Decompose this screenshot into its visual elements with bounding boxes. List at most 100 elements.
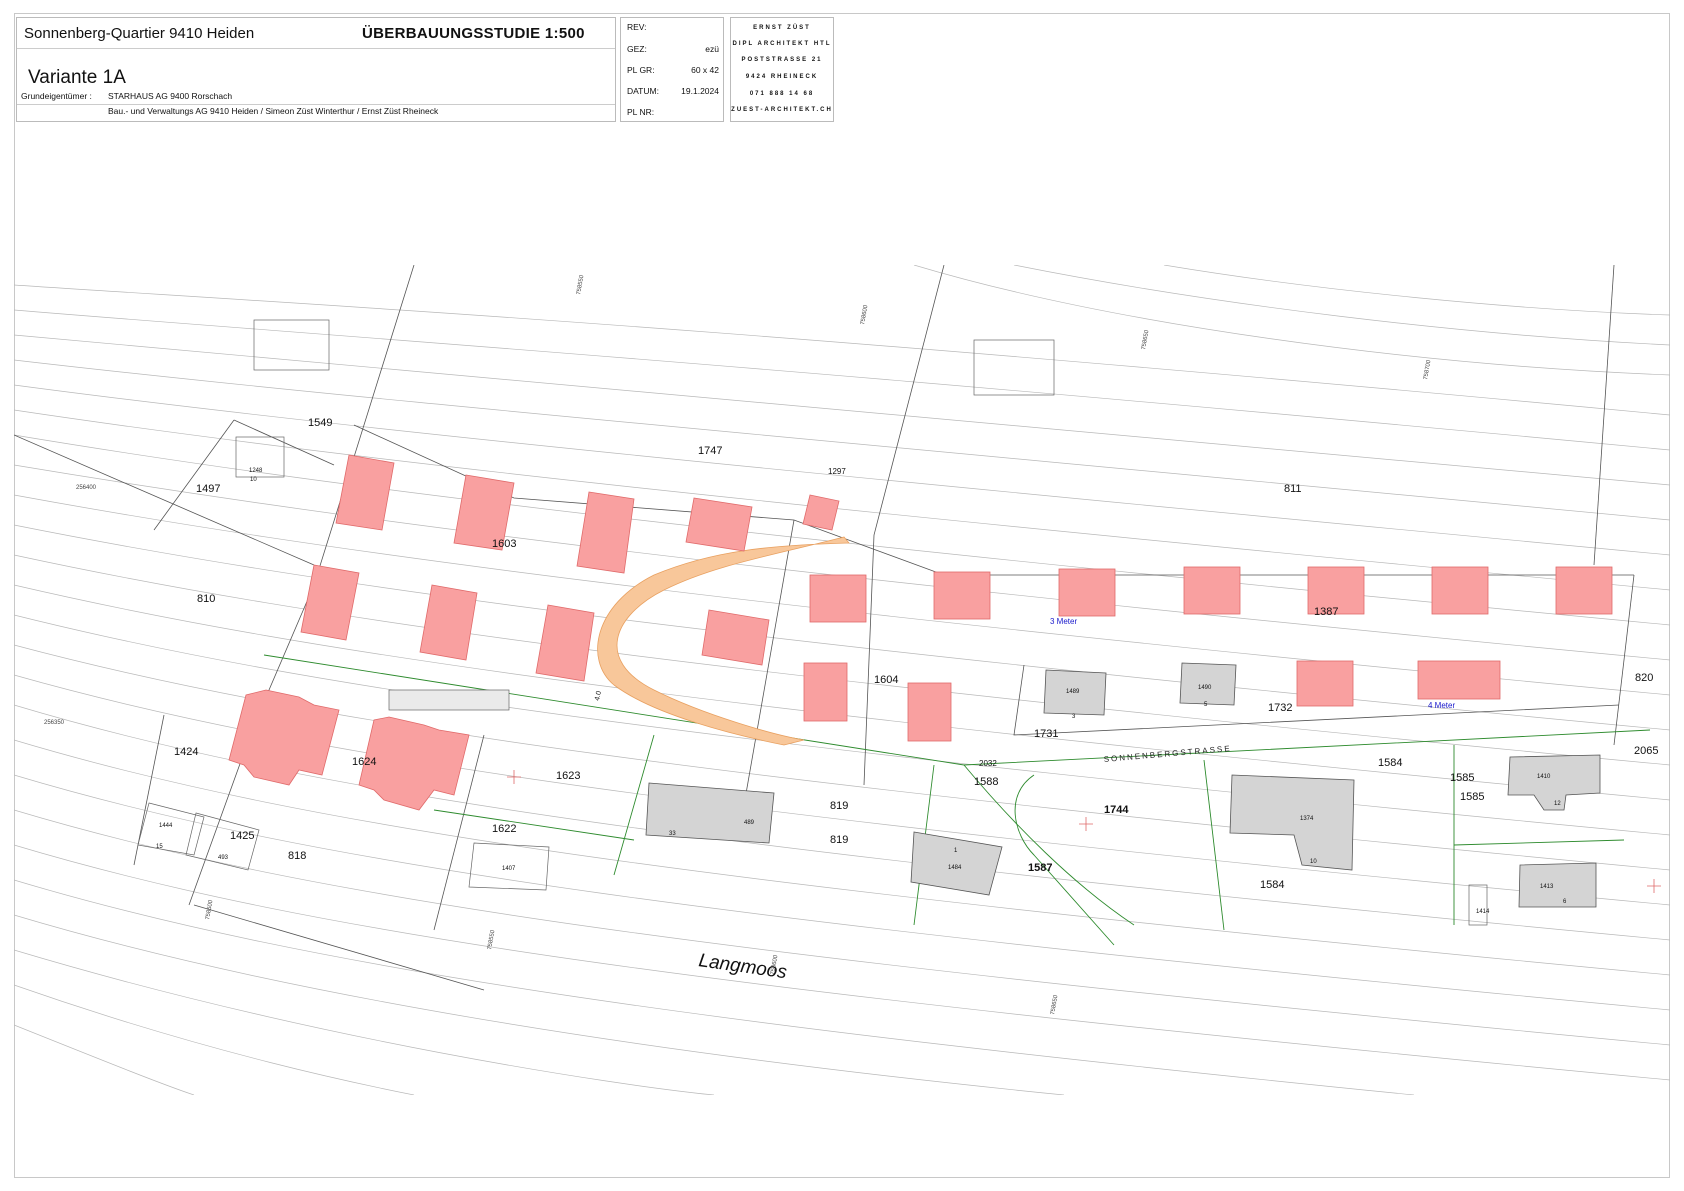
architect-title: DIPL ARCHITEKT HTL — [732, 41, 832, 47]
building-number: 10 — [250, 477, 257, 483]
variant-label: Variante 1A — [28, 67, 126, 88]
parcel-label: 1585 — [1460, 791, 1484, 803]
new-building — [335, 454, 395, 531]
new-building — [809, 574, 867, 623]
new-building — [685, 497, 753, 552]
parcel-label: 1587 — [1028, 862, 1052, 874]
building-number: 1484 — [948, 865, 962, 871]
parcel-label: 1622 — [492, 823, 516, 835]
building-number: 15 — [156, 844, 163, 850]
title-row: Sonnenberg-Quartier 9410 Heiden ÜBERBAUU… — [17, 18, 615, 49]
building-number: 493 — [218, 855, 229, 861]
parcel-label: 1624 — [352, 756, 376, 768]
new-building — [1296, 660, 1354, 707]
parcel-label: 1588 — [974, 776, 998, 788]
existing-building — [1518, 862, 1597, 908]
existing-building — [973, 339, 1055, 396]
architect-street: POSTSTRASSE 21 — [741, 57, 823, 63]
building-number: 1489 — [1066, 689, 1080, 695]
building-number: 1444 — [159, 823, 173, 829]
new-building — [419, 584, 478, 661]
coordinate-label: 758550 — [576, 274, 586, 295]
parcel-label: 1297 — [828, 467, 846, 476]
existing-building — [1229, 774, 1355, 871]
parcel-label: 1424 — [174, 746, 198, 758]
new-building — [907, 682, 952, 742]
building-number: 1413 — [1540, 884, 1554, 890]
new-building — [1431, 566, 1489, 615]
building-number: 12 — [1554, 801, 1561, 807]
parcel-label: 1604 — [874, 674, 898, 686]
parcel-label: 1584 — [1378, 757, 1402, 769]
existing-building — [645, 782, 775, 844]
parcel-label: 819 — [830, 834, 848, 846]
parcel-label: 1497 — [196, 483, 220, 495]
existing-building — [1468, 884, 1488, 926]
parcel-label: 1585 — [1450, 772, 1474, 784]
new-building — [576, 491, 635, 574]
coordinate-label: 758600 — [860, 304, 870, 325]
owner-line-2: Bau.- und Verwaltungs AG 9410 Heiden / S… — [108, 106, 439, 116]
architect-phone: 071 888 14 68 — [749, 91, 815, 97]
variant-row: Variante 1A — [17, 48, 615, 105]
coordinate-label: 758500 — [205, 899, 215, 920]
architect-block: ERNST ZÜST DIPL ARCHITEKT HTL POSTSTRASS… — [730, 17, 834, 122]
spacing-4m-label: 4 Meter — [1428, 701, 1455, 710]
site-plan: 1549 1747 1297 811 1497 1603 810 1387 16… — [14, 265, 1670, 1095]
study-title: ÜBERBAUUNGSSTUDIE 1:500 — [362, 25, 585, 42]
new-buildings — [228, 454, 1613, 811]
new-building — [1417, 660, 1501, 700]
plan-meta-block: REV: GEZ: ezü PL GR: 60 x 42 DATUM: 19.1.20… — [620, 17, 724, 122]
existing-building — [1179, 662, 1237, 706]
parcel-label: 2032 — [979, 759, 997, 768]
spacing-3m-label: 3 Meter — [1050, 617, 1077, 626]
road-dimension: 4.0 — [594, 690, 603, 701]
existing-building — [910, 831, 1003, 896]
coordinate-label: 758650 — [1141, 329, 1151, 350]
building-number: 489 — [744, 820, 755, 826]
new-building — [802, 494, 840, 531]
coordinate-label: 256350 — [44, 720, 65, 726]
parcel-label: 1603 — [492, 538, 516, 550]
parcel-label: 1744 — [1104, 804, 1129, 816]
owner-line-1: STARHAUS AG 9400 Rorschach — [108, 91, 233, 101]
new-building — [803, 662, 848, 722]
garage — [388, 689, 510, 711]
parcel-label: 1623 — [556, 770, 580, 782]
new-building — [1183, 566, 1241, 615]
new-building — [535, 604, 595, 682]
building-number: 1490 — [1198, 685, 1212, 691]
building-numbers: 1248 10 1489 3 1490 5 33 489 1 1484 1374… — [156, 468, 1567, 915]
architect-city: 9424 RHEINECK — [745, 74, 819, 80]
building-number: 1414 — [1476, 909, 1490, 915]
building-number: 3 — [1072, 714, 1076, 720]
parcel-label: 1425 — [230, 830, 254, 842]
building-number: 1374 — [1300, 816, 1314, 822]
owner-label: Grundeigentümer : — [21, 91, 92, 101]
title-block: Sonnenberg-Quartier 9410 Heiden ÜBERBAUU… — [16, 17, 616, 122]
coordinate-label: 256400 — [76, 485, 97, 491]
parcel-label: 820 — [1635, 672, 1653, 684]
new-building — [1058, 568, 1116, 617]
coordinate-label: 758550 — [487, 929, 497, 950]
parcel-label: 2065 — [1634, 745, 1658, 757]
coordinate-label: 758650 — [1050, 994, 1060, 1015]
parcel-label: 1732 — [1268, 702, 1292, 714]
building-number: 1410 — [1537, 774, 1551, 780]
street-name: SONNENBERGSTRASSE — [1103, 744, 1232, 764]
building-number: 1407 — [502, 866, 516, 872]
parcel-label: 1387 — [1314, 606, 1338, 618]
project-title: Sonnenberg-Quartier 9410 Heiden — [24, 25, 255, 42]
building-number: 10 — [1310, 859, 1317, 865]
parcel-label: 1747 — [698, 445, 722, 457]
building-number: 1248 — [249, 468, 263, 474]
parcel-label: 1549 — [308, 417, 332, 429]
new-building — [701, 609, 770, 666]
architect-web: ZUEST-ARCHITEKT.CH — [731, 107, 833, 113]
new-building — [933, 571, 991, 620]
parcel-label: 1584 — [1260, 879, 1284, 891]
new-building — [1555, 566, 1613, 615]
parcel-label: 819 — [830, 800, 848, 812]
new-building — [228, 689, 340, 786]
parcel-label: 1731 — [1034, 728, 1058, 740]
